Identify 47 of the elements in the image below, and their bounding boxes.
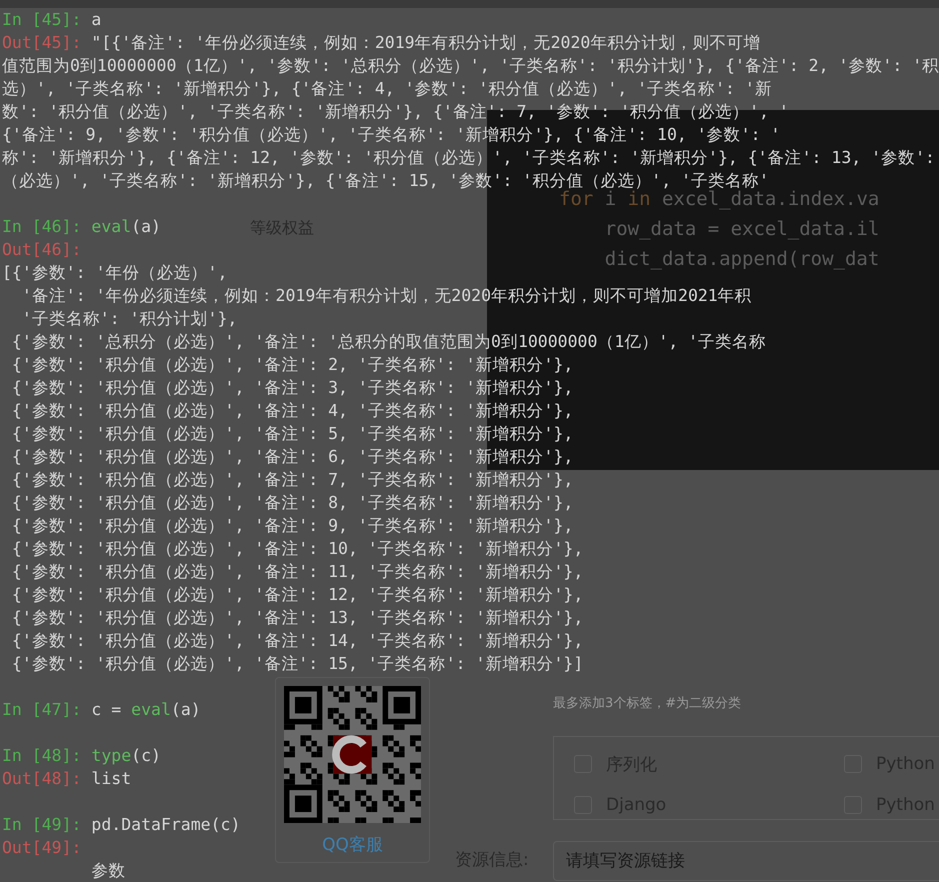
output-prompt: Out[45]:: [2, 33, 82, 52]
output-text: {'参数': '积分值（必选）', '备注': 13, '子类名称': '新增积分'},: [10, 608, 584, 627]
output-text: {'参数': '积分值（必选）', '备注': 14, '子类名称': '新增积分'},: [10, 631, 584, 650]
code-text: c = eval(a): [91, 700, 201, 719]
output-text: {'参数': '积分值（必选）', '备注': 10, '子类名称': '新增积分'},: [10, 539, 584, 558]
input-prompt: In [49]:: [2, 815, 82, 834]
output-text: {'参数': '积分值（必选）', '备注': 4, '子类名称': '新增积分'},: [10, 401, 574, 420]
code-text: a: [91, 10, 102, 29]
output-text: '子类名称': '积分计划'},: [20, 309, 238, 328]
output-text: {'参数': '积分值（必选）', '备注': 15, '子类名称': '新增积分'}]: [10, 654, 584, 673]
output-text: {'参数': '积分值（必选）', '备注': 12, '子类名称': '新增积分'},: [10, 585, 584, 604]
output-text: [{'参数': '年份（必选）',: [2, 263, 228, 282]
code-line: dict_data.append(row_dat: [604, 247, 880, 272]
code-line: row_data = excel_data.il: [604, 217, 880, 242]
output-text: {'备注': 9, '参数': '积分值（必选）', '子类名称': '新增积分'}, {'备注': 10, '参数': ': [2, 125, 780, 144]
output-text: {'参数': '总积分（必选）', '备注': '总积分的取值范围为0到10000000（1亿）', '子类名称: [10, 332, 766, 351]
input-prompt: In [45]:: [2, 10, 82, 29]
output-text: list: [91, 769, 132, 788]
output-text: {'参数': '积分值（必选）', '备注': 5, '子类名称': '新增积分'},: [10, 424, 574, 443]
output-text: {'参数': '积分值（必选）', '备注': 9, '子类名称': '新增积分'},: [10, 516, 574, 535]
input-prompt: In [46]:: [2, 217, 82, 236]
output-text: 参数: [90, 861, 126, 880]
input-prompt: In [47]:: [2, 700, 82, 719]
code-text: type(c): [91, 746, 161, 765]
qr-code-icon: [284, 686, 421, 823]
output-text: '备注': '年份必须连续，例如：2019年有积分计划，无2020年积分计划，则不可增加2021年积: [20, 286, 752, 305]
output-prompt: Out[49]:: [2, 838, 82, 857]
output-text: {'参数': '积分值（必选）', '备注': 2, '子类名称': '新增积分'},: [10, 355, 574, 374]
code-text: pd.DataFrame(c): [91, 815, 240, 834]
output-prompt: Out[46]:: [2, 240, 82, 259]
output-text: {'参数': '积分值（必选）', '备注': 6, '子类名称': '新增积分'},: [10, 447, 574, 466]
output-text: 值范围为0到10000000（1亿）', '参数': '总积分（必选）', '子类名称': '积分计划'}, {'备注': 2, '参数': '积: [2, 56, 939, 75]
output-text: 数': '积分值（必选）', '子类名称': '新增积分'}, {'备注': 7, '参数': '积分值（必选）', ': [2, 102, 789, 121]
qr-caption: QQ客服: [322, 834, 383, 856]
output-text: {'参数': '积分值（必选）', '备注': 7, '子类名称': '新增积分'},: [10, 470, 574, 489]
output-text: {'参数': '积分值（必选）', '备注': 11, '子类名称': '新增积分'},: [10, 562, 584, 581]
code-text: eval(a): [91, 217, 161, 236]
code-line: for i in excel_data.index.va: [559, 188, 880, 212]
output-text: 选）', '子类名称': '新增积分'}, {'备注': 4, '参数': '积分值（必选）', '子类名称': '新: [2, 79, 772, 98]
output-prompt: Out[48]:: [2, 769, 82, 788]
tag-hint: 最多添加3个标签，#为二级分类: [553, 695, 742, 712]
output-text: （必选）', '子类名称': '新增积分'}, {'备注': 15, '参数': '积分值（必选）', '子类名称': [2, 171, 769, 190]
input-prompt: In [48]:: [2, 746, 82, 765]
output-text: "[{'备注': '年份必须连续，例如：2019年有积分计划，无2020年积分计划，则不可增: [91, 33, 760, 52]
output-text: {'参数': '积分值（必选）', '备注': 3, '子类名称': '新增积分'},: [10, 378, 574, 397]
output-text: {'参数': '积分值（必选）', '备注': 8, '子类名称': '新增积分'},: [10, 493, 574, 512]
output-text: 称': '新增积分'}, {'备注': 12, '参数': '积分值（必选）', '子类名称': '新增积分'}, {'备注': 13, '参数':: [2, 148, 935, 167]
